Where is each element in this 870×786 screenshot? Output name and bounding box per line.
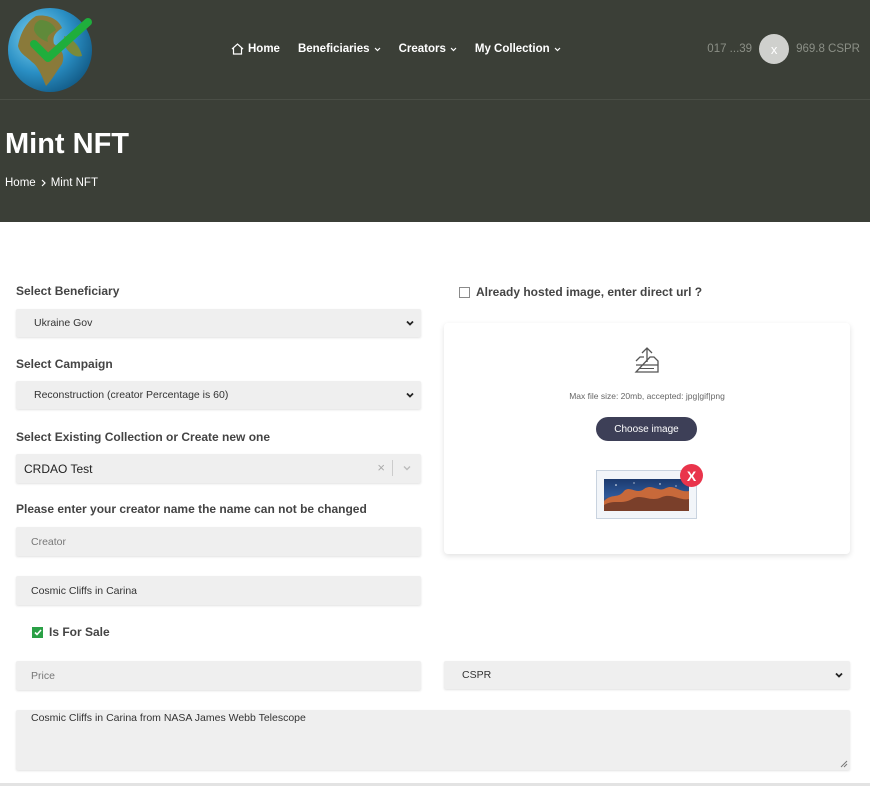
home-icon <box>231 43 244 55</box>
chevron-down-icon <box>835 672 843 678</box>
nav-creators-label: Creators <box>398 43 446 55</box>
remove-image-button[interactable]: X <box>680 464 703 487</box>
cosmic-cliffs-image <box>604 479 689 511</box>
upload-file-note: Max file size: 20mb, accepted: jpg|gif|p… <box>569 391 725 401</box>
chevron-right-icon <box>41 179 46 187</box>
for-sale-checkbox[interactable] <box>32 626 43 638</box>
collection-value: CRDAO Test <box>24 461 93 476</box>
resize-handle-icon[interactable] <box>840 760 848 768</box>
breadcrumb-home[interactable]: Home <box>5 177 36 189</box>
breadcrumb-current: Mint NFT <box>50 177 98 189</box>
collection-label: Select Existing Collection or Create new… <box>16 430 271 444</box>
for-sale-label: Is For Sale <box>49 625 110 639</box>
nft-name-input[interactable]: Cosmic Cliffs in Carina <box>16 576 421 605</box>
page-title: Mint NFT <box>5 128 130 160</box>
collection-select[interactable]: CRDAO Test × <box>16 454 421 483</box>
currency-value: CSPR <box>462 669 492 681</box>
price-placeholder: Price <box>31 669 55 682</box>
campaign-label: Select Campaign <box>16 357 113 371</box>
image-upload-panel: Max file size: 20mb, accepted: jpg|gif|p… <box>444 323 850 554</box>
chevron-down-icon <box>406 320 414 326</box>
nav-home[interactable]: Home <box>231 43 280 55</box>
chevron-down-icon <box>406 392 414 398</box>
chevron-down-icon <box>374 47 380 51</box>
main-nav: Home Beneficiaries Creators My Collectio… <box>231 40 561 58</box>
clear-icon[interactable]: × <box>377 460 385 475</box>
nav-creators[interactable]: Creators <box>399 43 457 55</box>
creator-placeholder: Creator <box>31 535 67 548</box>
choose-image-button[interactable]: Choose image <box>596 417 697 441</box>
nav-beneficiaries[interactable]: Beneficiaries <box>298 43 381 55</box>
breadcrumb: Home Mint NFT <box>5 177 98 189</box>
description-textarea[interactable]: Cosmic Cliffs in Carina from NASA James … <box>16 710 850 770</box>
upload-tray-icon <box>634 347 659 373</box>
page-header: Home Beneficiaries Creators My Collectio… <box>0 0 870 222</box>
check-icon <box>33 628 42 636</box>
beneficiary-label: Select Beneficiary <box>16 284 120 298</box>
top-navbar: Home Beneficiaries Creators My Collectio… <box>0 0 870 100</box>
hosted-image-checkbox[interactable] <box>459 286 470 298</box>
wallet-address: 017 ...39 <box>707 43 753 55</box>
currency-select[interactable]: CSPR <box>444 661 850 689</box>
price-input[interactable]: Price <box>16 661 421 690</box>
nft-name-value: Cosmic Cliffs in Carina <box>31 584 137 597</box>
chevron-down-icon <box>554 47 561 51</box>
hosted-image-toggle[interactable]: Already hosted image, enter direct url ? <box>459 285 702 299</box>
avatar[interactable]: x <box>759 34 790 64</box>
nav-beneficiaries-label: Beneficiaries <box>297 43 370 55</box>
globe-check-logo[interactable] <box>6 6 94 94</box>
select-divider <box>392 460 393 476</box>
campaign-value: Reconstruction (creator Percentage is 60… <box>34 389 229 401</box>
nav-home-label: Home <box>248 43 280 55</box>
chevron-down-icon[interactable] <box>402 463 412 473</box>
description-value: Cosmic Cliffs in Carina from NASA James … <box>31 712 306 724</box>
wallet-info[interactable]: 017 ...39 x 969.8 CSPR <box>707 34 860 64</box>
beneficiary-select[interactable]: Ukraine Gov <box>16 309 421 337</box>
chevron-down-icon <box>450 47 457 51</box>
nav-my-collection[interactable]: My Collection <box>475 43 561 55</box>
hosted-image-label: Already hosted image, enter direct url ? <box>476 285 703 299</box>
creator-label: Please enter your creator name the name … <box>16 502 367 516</box>
for-sale-toggle[interactable]: Is For Sale <box>32 625 110 639</box>
nav-my-collection-label: My Collection <box>474 43 550 55</box>
campaign-select[interactable]: Reconstruction (creator Percentage is 60… <box>16 381 421 409</box>
wallet-balance: 969.8 CSPR <box>796 43 860 55</box>
creator-input[interactable]: Creator <box>16 527 421 556</box>
beneficiary-value: Ukraine Gov <box>34 317 93 329</box>
